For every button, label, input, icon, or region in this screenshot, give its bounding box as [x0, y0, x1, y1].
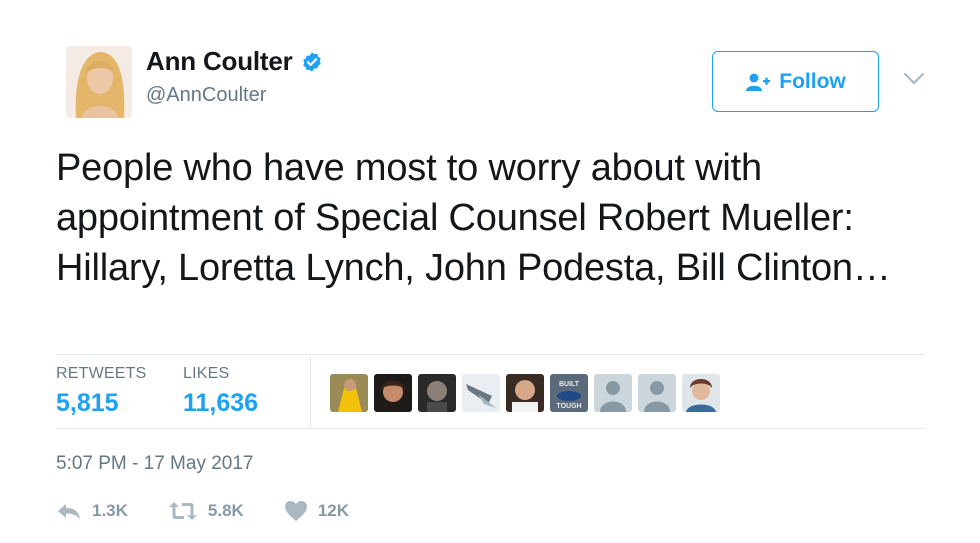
author-handle[interactable]: @AnnCoulter: [146, 84, 266, 107]
chevron-down-icon[interactable]: [902, 70, 926, 88]
svg-text:BUILT: BUILT: [559, 381, 580, 388]
author-name-text[interactable]: Ann Coulter: [146, 46, 293, 77]
author-avatar[interactable]: [66, 46, 132, 118]
verified-badge-icon: [302, 51, 321, 72]
reply-button[interactable]: 1.3K: [56, 501, 128, 521]
author-name[interactable]: Ann Coulter: [146, 46, 323, 77]
stats-vertical-divider: [310, 356, 311, 427]
retweet-button[interactable]: 5.8K: [168, 501, 244, 521]
retweets-stat[interactable]: RETWEETS 5,815: [56, 365, 147, 418]
like-button[interactable]: 12K: [284, 500, 349, 522]
liker-avatar-9[interactable]: [682, 374, 720, 412]
retweet-count: 5.8K: [207, 501, 244, 520]
liker-avatar-1[interactable]: [330, 374, 368, 412]
likers-avatar-row: BUILT TOUGH: [330, 374, 720, 412]
retweets-count[interactable]: 5,815: [56, 389, 147, 418]
retweet-icon: [168, 502, 197, 520]
reply-count: 1.3K: [92, 501, 128, 520]
heart-icon: [284, 501, 307, 521]
liker-avatar-4[interactable]: [462, 374, 500, 412]
likes-count[interactable]: 11,636: [183, 389, 258, 418]
follow-button-label: Follow: [779, 69, 846, 93]
stats-top-divider: [56, 354, 924, 355]
likes-stat[interactable]: LIKES 11,636: [183, 365, 258, 418]
add-user-icon: [746, 73, 771, 91]
tweet-text: People who have most to worry about with…: [56, 147, 891, 289]
liker-avatar-3[interactable]: [418, 374, 456, 412]
liker-avatar-6[interactable]: BUILT TOUGH: [550, 374, 588, 412]
stats-bottom-divider: [56, 428, 924, 429]
liker-avatar-5[interactable]: [506, 374, 544, 412]
like-count: 12K: [317, 501, 350, 520]
default-avatar-icon[interactable]: [638, 374, 676, 412]
follow-button[interactable]: Follow: [712, 51, 879, 112]
liker-avatar-2[interactable]: [374, 374, 412, 412]
tweet-actions: 1.3K 5.8K 12K: [56, 500, 389, 522]
retweets-label: RETWEETS: [56, 365, 147, 382]
likes-label: LIKES: [183, 365, 230, 382]
svg-text:TOUGH: TOUGH: [556, 403, 581, 410]
default-avatar-icon[interactable]: [594, 374, 632, 412]
reply-icon: [58, 504, 80, 519]
tweet-timestamp[interactable]: 5:07 PM - 17 May 2017: [56, 453, 254, 475]
